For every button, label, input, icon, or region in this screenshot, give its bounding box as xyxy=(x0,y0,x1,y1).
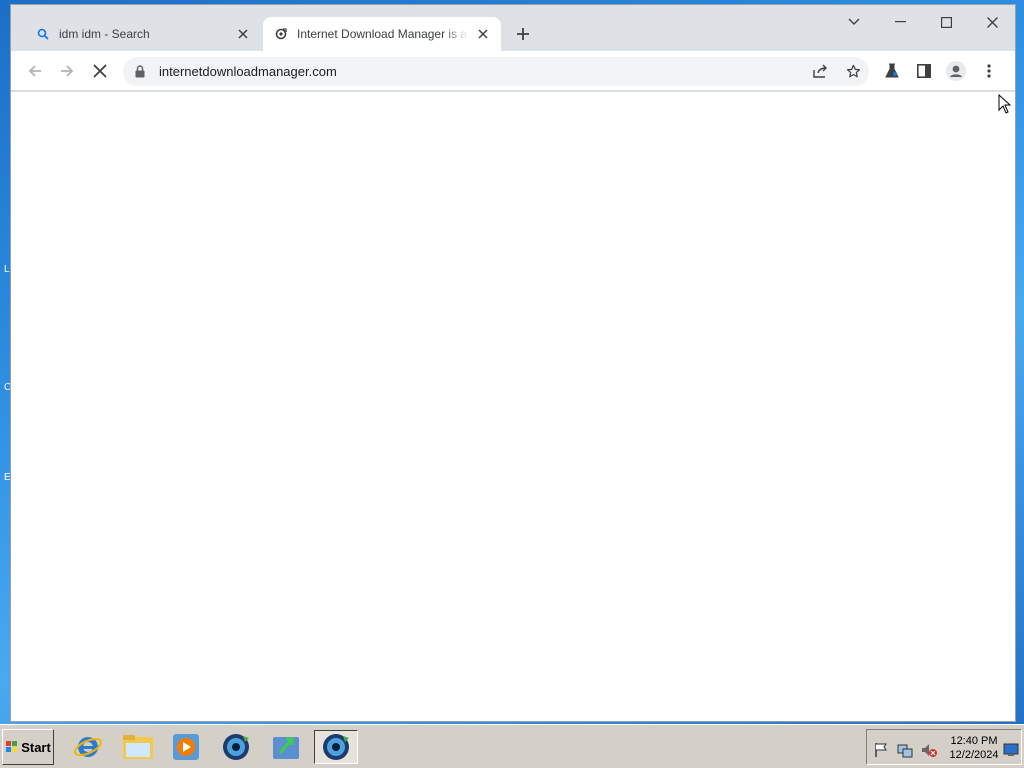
plus-icon xyxy=(517,28,529,40)
tab-title: idm idm - Search xyxy=(59,27,150,41)
tab-title: Internet Download Manager is a powerful … xyxy=(297,27,469,41)
address-bar[interactable]: internetdownloadmanager.com xyxy=(123,57,869,86)
start-button[interactable]: Start xyxy=(2,729,54,765)
start-label: Start xyxy=(21,739,51,755)
maximize-icon xyxy=(940,16,952,28)
browser-window: idm idm - Search Internet Download Manag… xyxy=(10,4,1016,722)
arrow-left-icon xyxy=(28,65,41,77)
tab-search-dropdown-button[interactable] xyxy=(831,5,877,39)
url-text: internetdownloadmanager.com xyxy=(159,64,337,79)
lock-icon[interactable] xyxy=(133,64,147,80)
media-player-icon xyxy=(173,734,199,760)
maximize-button[interactable] xyxy=(923,5,969,39)
tab-idm[interactable]: Internet Download Manager is a powerful … xyxy=(263,17,501,51)
close-window-button[interactable] xyxy=(969,5,1015,39)
share-icon xyxy=(813,64,827,78)
menu-button[interactable] xyxy=(977,59,1001,83)
back-button[interactable] xyxy=(23,59,47,83)
side-panel-button[interactable] xyxy=(912,59,936,83)
system-tray: 12:40 PM 12/2/2024 xyxy=(866,729,1022,765)
idm-globe-icon xyxy=(223,734,249,760)
mouse-cursor-icon xyxy=(998,93,1012,119)
network-icon[interactable] xyxy=(897,742,913,758)
tab-search[interactable]: idm idm - Search xyxy=(25,17,261,51)
share-button[interactable] xyxy=(809,59,833,83)
internet-explorer-icon xyxy=(74,737,102,757)
desktop-label-fragment: L xyxy=(4,264,10,275)
new-tab-button[interactable] xyxy=(511,22,535,46)
taskbar-media-player[interactable] xyxy=(164,730,208,764)
page-content xyxy=(11,92,1015,721)
taskbar-file-explorer[interactable] xyxy=(116,730,160,764)
clock-time: 12:40 PM xyxy=(950,735,998,747)
star-icon xyxy=(846,64,860,77)
taskbar-idm-active[interactable] xyxy=(314,730,358,764)
search-icon xyxy=(35,26,51,42)
clock[interactable]: 12:40 PM 12/2/2024 xyxy=(945,734,1003,762)
action-center-flag-icon[interactable] xyxy=(873,742,889,758)
arrow-right-icon xyxy=(61,65,74,77)
minimize-icon xyxy=(894,21,906,23)
taskbar-idm-1[interactable] xyxy=(214,730,258,764)
minimize-button[interactable] xyxy=(877,5,923,39)
idm-globe-active-icon xyxy=(323,734,349,760)
taskbar-download-tool[interactable] xyxy=(264,730,308,764)
file-explorer-icon xyxy=(123,735,153,759)
flask-icon xyxy=(885,63,899,78)
taskbar: Start 12:40 PM 12/2/2024 xyxy=(0,724,1024,768)
download-arrow-icon xyxy=(273,737,299,759)
bookmark-button[interactable] xyxy=(841,59,865,83)
avatar-icon xyxy=(946,61,966,81)
close-tab-icon[interactable] xyxy=(235,26,251,42)
idm-favicon-icon xyxy=(273,26,289,42)
close-tab-icon[interactable] xyxy=(475,26,491,42)
kebab-menu-icon xyxy=(987,64,991,78)
volume-muted-icon[interactable] xyxy=(921,742,937,758)
clock-date: 12/2/2024 xyxy=(949,749,999,761)
window-controls xyxy=(831,5,1015,39)
profile-button[interactable] xyxy=(944,59,968,83)
chevron-down-icon xyxy=(848,18,860,25)
side-panel-icon xyxy=(917,64,931,78)
stop-icon xyxy=(93,64,107,78)
stop-loading-button[interactable] xyxy=(88,59,112,83)
show-desktop-icon[interactable] xyxy=(1003,742,1019,758)
labs-button[interactable] xyxy=(880,59,904,83)
windows-flag-icon xyxy=(6,741,18,752)
taskbar-internet-explorer[interactable] xyxy=(66,730,110,764)
title-bar: idm idm - Search Internet Download Manag… xyxy=(11,5,1015,51)
close-icon xyxy=(986,16,998,28)
browser-toolbar: internetdownloadmanager.com xyxy=(11,51,1015,91)
forward-button[interactable] xyxy=(55,59,79,83)
